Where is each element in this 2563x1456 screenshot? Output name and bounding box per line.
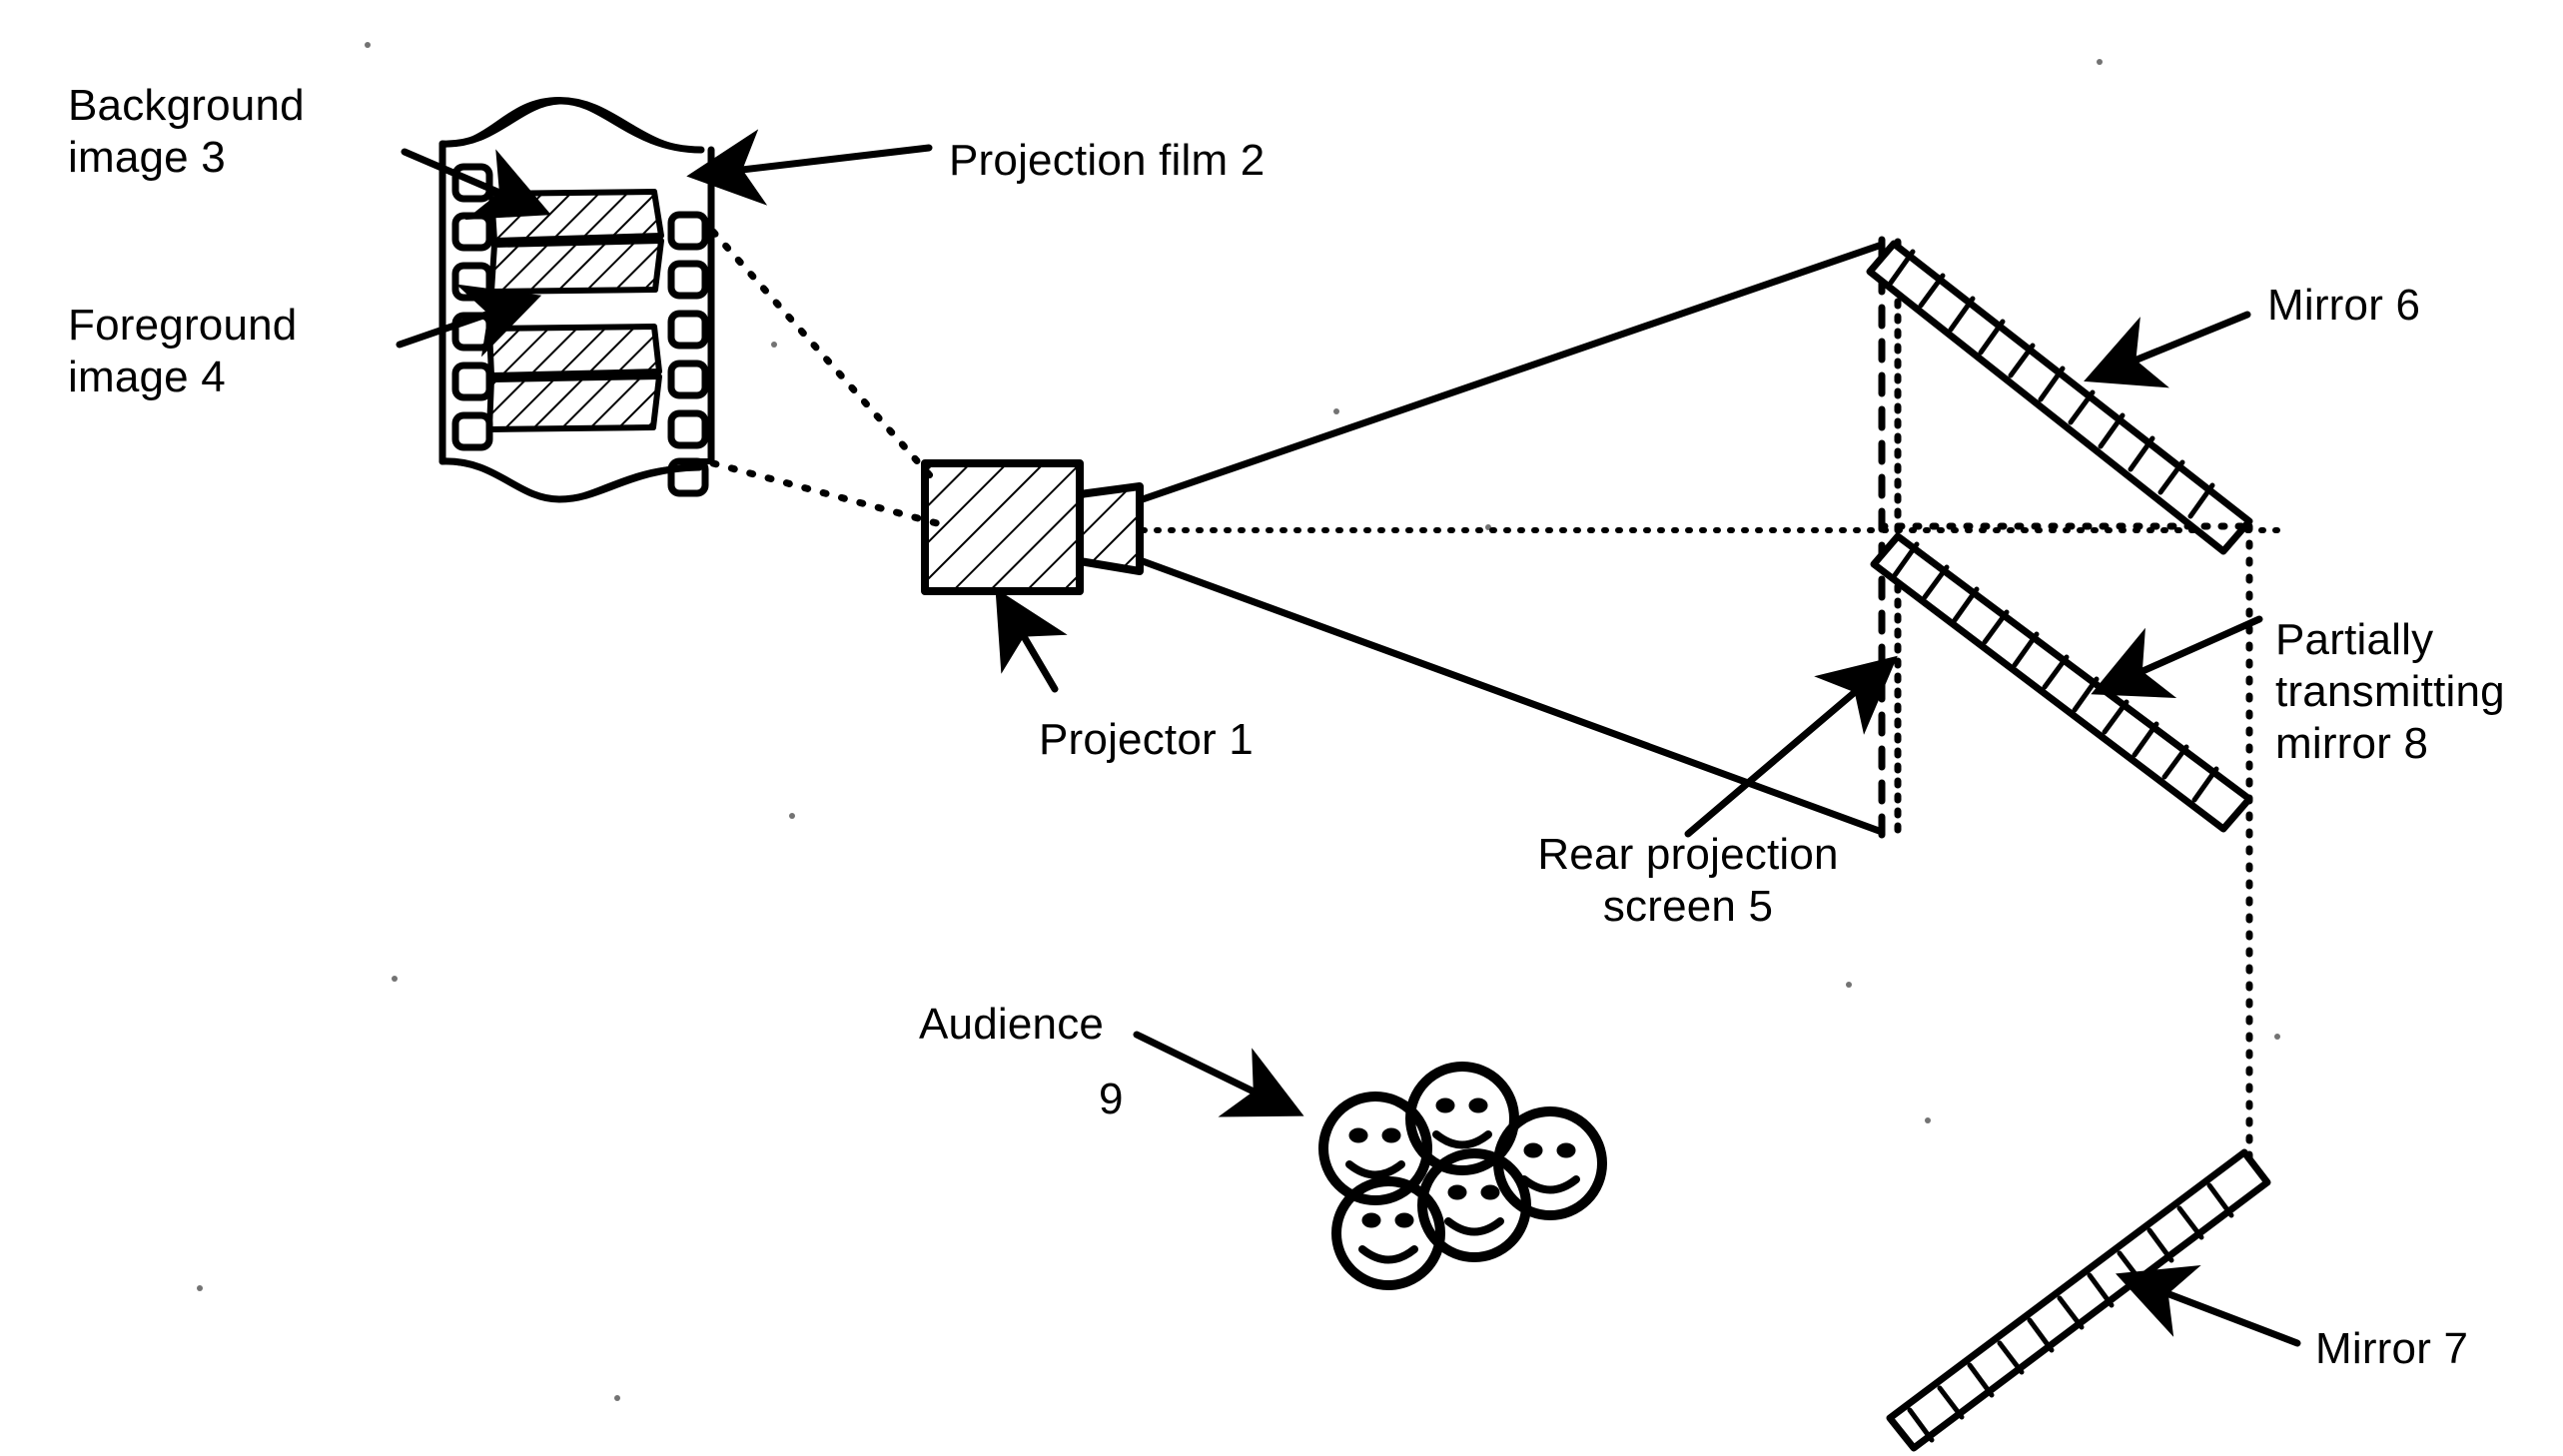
rays-film-to-projector (709, 228, 941, 527)
mirror-6 (1866, 240, 2253, 555)
label-background-image: Background image 3 (68, 81, 305, 182)
leader-screen (1684, 655, 1898, 838)
leader-projector (995, 587, 1068, 693)
figure-canvas: Background image 3 Foreground image 4 Pr… (0, 0, 2563, 1456)
audience-faces (1318, 1062, 1607, 1290)
mirror-8 (1870, 532, 2253, 833)
mirror-7 (1886, 1148, 2271, 1452)
projection-film (438, 97, 715, 503)
patent-diagram (197, 42, 2301, 1452)
film-sprocket-holes-left (451, 163, 493, 451)
label-projector: Projector 1 (1039, 715, 1254, 764)
label-audience: Audience (919, 1000, 1105, 1049)
label-mirror-8: Partially transmitting mirror 8 (2275, 615, 2505, 768)
leader-audience (1133, 1031, 1304, 1117)
leader-mirror-7 (2116, 1264, 2301, 1347)
label-audience-number: 9 (1099, 1075, 1124, 1123)
projector (921, 459, 1144, 595)
leader-mirror-6 (2084, 311, 2251, 388)
label-foreground-image: Foreground image 4 (68, 301, 298, 401)
leader-mirror-8 (2091, 615, 2263, 699)
label-mirror-6: Mirror 6 (2267, 281, 2421, 330)
light-cone (1139, 241, 1886, 836)
label-rear-projection-screen: Rear projection screen 5 (1537, 830, 1839, 931)
leader-projection-film (686, 129, 933, 206)
smiley-face (1493, 1106, 1607, 1220)
dotted-light-paths (1878, 522, 2253, 1162)
label-projection-film: Projection film 2 (949, 136, 1266, 185)
label-mirror-7: Mirror 7 (2315, 1324, 2469, 1373)
